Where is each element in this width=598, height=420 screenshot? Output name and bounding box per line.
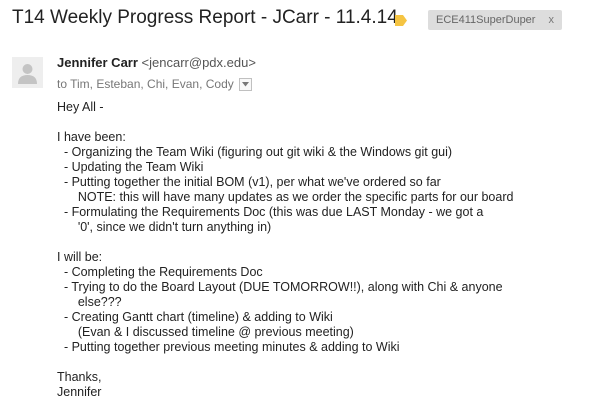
email-subject: T14 Weekly Progress Report - JCarr - 11.…: [12, 7, 398, 28]
body-line: else???: [57, 295, 122, 309]
body-line: - Formulating the Requirements Doc (this…: [57, 205, 484, 219]
email-body: Hey All - I have been: - Organizing the T…: [57, 100, 592, 400]
body-line: - Putting together the initial BOM (v1),…: [57, 175, 441, 189]
recipients: to Tim, Esteban, Chi, Evan, Cody: [57, 77, 252, 91]
body-line: I will be:: [57, 250, 103, 264]
label-chip[interactable]: ECE411SuperDuper x: [428, 10, 562, 30]
show-details-button[interactable]: [238, 77, 252, 91]
recipients-text: to Tim, Esteban, Chi, Evan, Cody: [57, 77, 234, 91]
body-line: - Trying to do the Board Layout (DUE TOM…: [57, 280, 503, 294]
body-line: Thanks,: [57, 370, 102, 384]
body-line: - Putting together previous meeting minu…: [57, 340, 400, 354]
label-chip-text: ECE411SuperDuper: [436, 14, 536, 26]
default-avatar-icon: [12, 57, 43, 88]
body-line: NOTE: this will have many updates as we …: [57, 190, 514, 204]
body-line: Hey All -: [57, 100, 104, 114]
remove-label-button[interactable]: x: [549, 14, 555, 26]
body-line: Jennifer: [57, 385, 102, 399]
chevron-down-icon: [241, 81, 249, 86]
sender-name[interactable]: Jennifer Carr: [57, 55, 138, 70]
body-line: [57, 235, 592, 250]
body-line: (Evan & I discussed timeline @ previous …: [57, 325, 354, 339]
body-line: - Completing the Requirements Doc: [57, 265, 263, 279]
body-line: - Organizing the Team Wiki (figuring out…: [57, 145, 453, 159]
sender-email: <jencarr@pdx.edu>: [141, 55, 256, 70]
body-line: [57, 115, 592, 130]
body-line: [57, 355, 592, 370]
body-line: - Creating Gantt chart (timeline) & addi…: [57, 310, 333, 324]
label-tag-icon: [395, 13, 407, 26]
subject-row: T14 Weekly Progress Report - JCarr - 11.…: [0, 0, 598, 40]
body-line: '0', since we didn't turn anything in): [57, 220, 272, 234]
body-line: I have been:: [57, 130, 126, 144]
body-line: - Updating the Team Wiki: [57, 160, 204, 174]
sender: Jennifer Carr <jencarr@pdx.edu>: [57, 55, 256, 70]
